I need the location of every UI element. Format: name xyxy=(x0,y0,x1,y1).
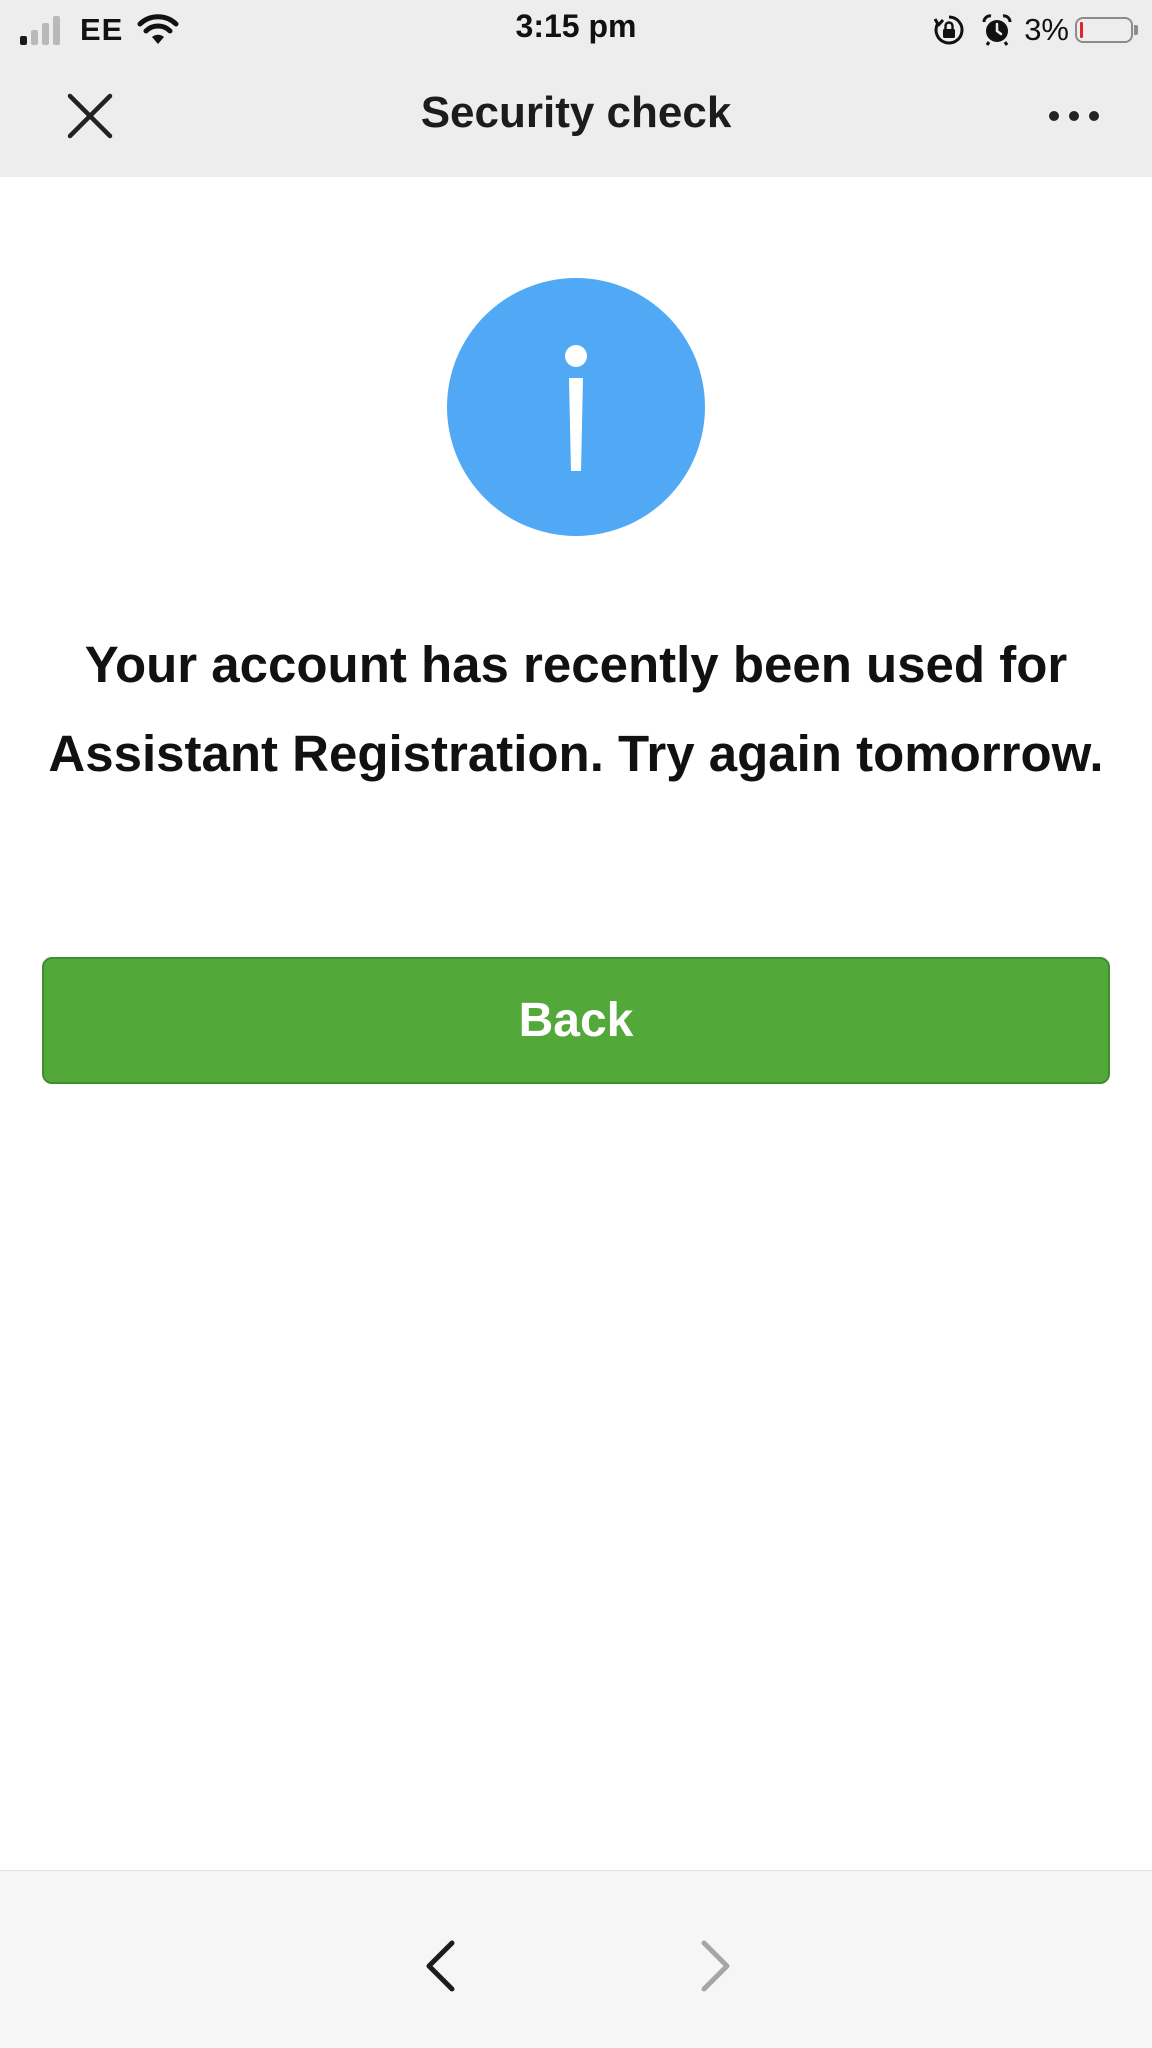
screen: EE 3:15 pm 3% Security check Your accoun… xyxy=(0,0,1152,2048)
status-bar: EE 3:15 pm 3% xyxy=(0,0,1152,58)
chevron-right-icon xyxy=(701,1940,730,1992)
chevron-left-icon xyxy=(426,1940,455,1992)
battery-icon xyxy=(1075,17,1133,43)
bottom-toolbar xyxy=(0,1870,1152,2048)
back-button[interactable]: Back xyxy=(42,957,1110,1084)
battery-cap xyxy=(1134,25,1138,35)
orientation-lock-icon xyxy=(933,15,964,45)
more-options-button[interactable] xyxy=(1036,86,1112,146)
alarm-icon xyxy=(982,14,1012,46)
status-bar-right: 3% xyxy=(932,10,1138,50)
info-icon xyxy=(447,278,705,536)
top-bar: EE 3:15 pm 3% Security check xyxy=(0,0,1152,177)
info-message: Your account has recently been used for … xyxy=(48,636,1104,782)
browser-forward-button[interactable] xyxy=(686,1931,746,2001)
page-title: Security check xyxy=(420,88,732,137)
battery-percent: 3% xyxy=(1024,12,1069,47)
more-options-icon xyxy=(1049,111,1099,121)
browser-back-button[interactable] xyxy=(410,1931,470,2001)
battery-level xyxy=(1080,22,1083,38)
nav-header: Security check xyxy=(0,58,1152,177)
